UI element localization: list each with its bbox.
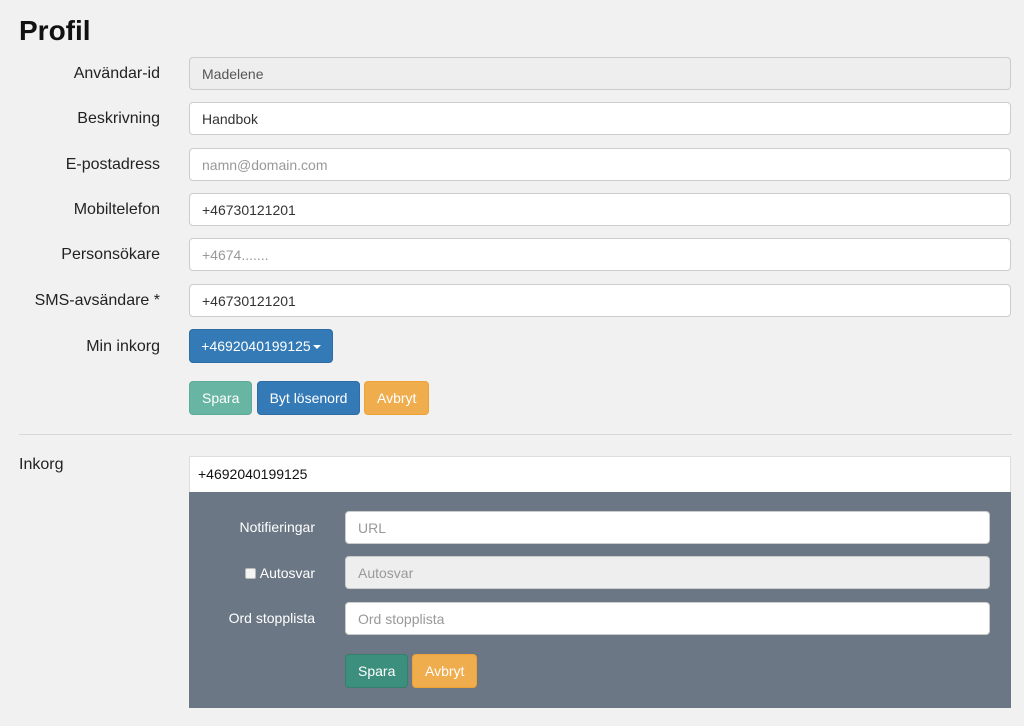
my-inbox-label: Min inkorg — [86, 338, 160, 355]
mobile-row: Mobiltelefon — [0, 193, 1024, 226]
inbox-settings-panel: Notifieringar Autosvar Ord stopplista Sp… — [189, 492, 1011, 708]
notifications-url-field[interactable] — [345, 511, 990, 544]
user-id-label: Användar-id — [73, 65, 160, 82]
change-password-button[interactable]: Byt lösenord — [257, 381, 360, 415]
profile-page: Profil Användar-id Beskrivning E-postadr… — [0, 0, 1024, 726]
autoreply-row: Autosvar — [189, 556, 1011, 589]
autoreply-label: Autosvar — [259, 565, 315, 581]
email-label: E-postadress — [65, 156, 160, 173]
inbox-number-header[interactable]: +4692040199125 — [189, 456, 1011, 492]
description-field[interactable] — [189, 102, 1011, 135]
notifications-label: Notifieringar — [239, 519, 315, 535]
inbox-dropdown-value: +4692040199125 — [201, 338, 311, 354]
email-row: E-postadress — [0, 148, 1024, 181]
pager-row: Personsökare — [0, 238, 1024, 271]
caret-down-icon — [312, 345, 321, 350]
pager-field[interactable] — [189, 238, 1011, 271]
page-title: Profil — [19, 15, 91, 46]
sms-sender-label: SMS-avsändare * — [34, 292, 160, 309]
autoreply-label-wrap[interactable]: Autosvar — [244, 556, 315, 589]
inbox-dropdown-button[interactable]: +4692040199125 — [189, 329, 333, 363]
sms-sender-row: SMS-avsändare * — [0, 284, 1024, 317]
autoreply-field — [345, 556, 990, 589]
pager-label: Personsökare — [61, 246, 160, 263]
user-id-field — [189, 57, 1011, 90]
stopword-label: Ord stopplista — [228, 610, 315, 626]
save-button[interactable]: Spara — [189, 381, 252, 415]
stopword-row: Ord stopplista — [189, 602, 1011, 635]
inbox-cancel-button[interactable]: Avbryt — [412, 654, 477, 688]
notifications-row: Notifieringar — [189, 511, 1011, 544]
inbox-save-button[interactable]: Spara — [345, 654, 408, 688]
inbox-number: +4692040199125 — [198, 466, 308, 482]
cancel-button[interactable]: Avbryt — [364, 381, 429, 415]
email-field[interactable] — [189, 148, 1011, 181]
my-inbox-row: Min inkorg +4692040199125 — [0, 329, 1024, 363]
mobile-label: Mobiltelefon — [73, 201, 160, 218]
user-id-row: Användar-id — [0, 57, 1024, 90]
description-row: Beskrivning — [0, 102, 1024, 135]
stopword-field[interactable] — [345, 602, 990, 635]
description-label: Beskrivning — [77, 110, 160, 127]
inbox-section-label: Inkorg — [19, 456, 64, 473]
mobile-field[interactable] — [189, 193, 1011, 226]
sms-sender-field[interactable] — [189, 284, 1011, 317]
section-divider — [19, 434, 1012, 435]
autoreply-checkbox[interactable] — [244, 568, 256, 579]
